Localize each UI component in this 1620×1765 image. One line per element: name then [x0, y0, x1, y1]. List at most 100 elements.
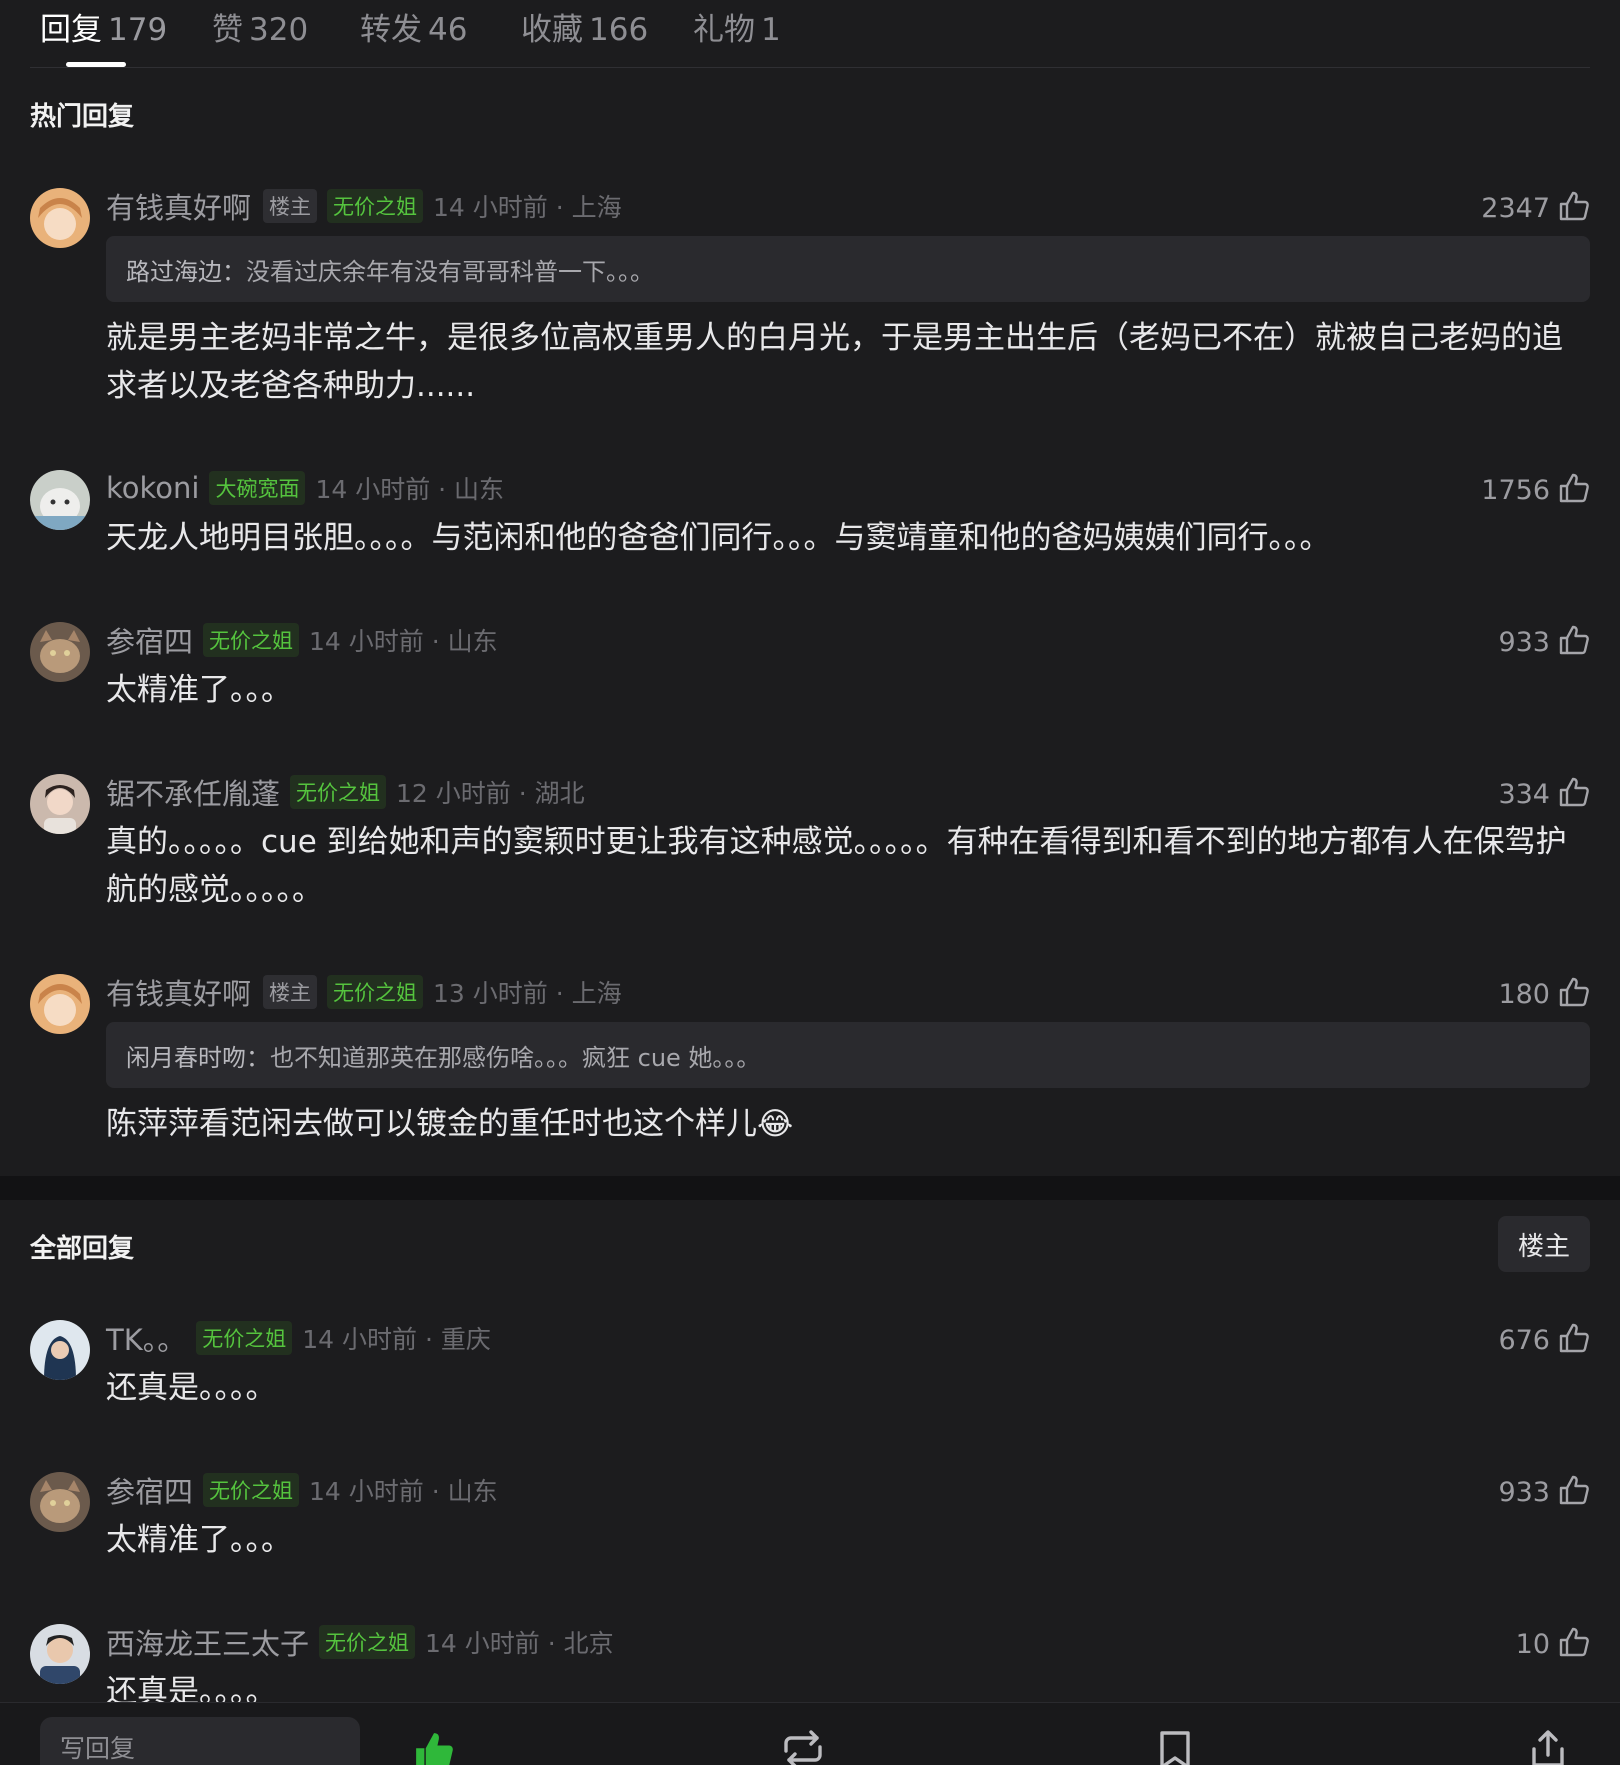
timestamp: 14 小时前 · 山东 [309, 627, 498, 656]
thumbs-up-icon [1558, 472, 1590, 508]
tab-replies[interactable]: 回复 179 [40, 4, 167, 49]
thumbs-up-icon [1558, 1322, 1590, 1358]
username[interactable]: 参宿四 [106, 1469, 193, 1511]
quoted-username: 闲月春时吻： [126, 1043, 270, 1072]
owner-badge: 楼主 [263, 975, 318, 1009]
owner-badge: 楼主 [263, 189, 318, 223]
comment-text: 就是男主老妈非常之牛，是很多位高权重男人的白月光，于是男主出生后（老妈已不在）就… [106, 320, 1563, 404]
tab-gifts[interactable]: 礼物 1 [693, 4, 781, 49]
timestamp: 14 小时前 · 重庆 [302, 1325, 491, 1354]
all-replies-title: 全部回复 [30, 1234, 135, 1264]
comment-text: 还真是。。。。 [106, 1370, 277, 1406]
comment-meta: 参宿四 无价之姐 14 小时前 · 山东 [106, 1469, 498, 1511]
fan-badge[interactable]: 无价之姐 [203, 1473, 300, 1507]
section-divider [0, 1176, 1620, 1200]
comment-text: 陈萍萍看范闲去做可以镀金的重任时也这个样儿😂 [106, 1106, 794, 1142]
comment-item: 有钱真好啊 楼主 无价之姐 14 小时前 · 上海 2347 路过海边： 没看过庆… [0, 188, 1620, 418]
avatar[interactable] [30, 1472, 90, 1532]
username[interactable]: 西海龙王三太子 [106, 1621, 309, 1663]
fan-badge[interactable]: 无价之姐 [203, 623, 300, 657]
share-icon[interactable] [1530, 1729, 1566, 1765]
fan-badge[interactable]: 无价之姐 [196, 1321, 293, 1355]
fan-badge[interactable]: 无价之姐 [290, 775, 387, 809]
timestamp: 14 小时前 · 山东 [309, 1477, 498, 1506]
bottom-action-bar: 写回复 [0, 1702, 1620, 1765]
like-button[interactable]: 933 [1498, 1472, 1590, 1512]
comment-meta: TK。。 无价之姐 14 小时前 · 重庆 [106, 1317, 491, 1359]
like-count: 676 [1498, 1324, 1550, 1356]
like-count: 933 [1498, 1476, 1550, 1508]
quoted-text: 没看过庆余年有没有哥哥科普一下。。。 [246, 257, 654, 286]
comment-item: 有钱真好啊 楼主 无价之姐 13 小时前 · 上海 180 闲月春时吻： 也不知道… [0, 974, 1620, 1154]
reply-input[interactable]: 写回复 [40, 1717, 360, 1765]
thumbs-up-icon [1558, 1626, 1590, 1662]
timestamp: 12 小时前 · 湖北 [396, 779, 585, 808]
fan-badge[interactable]: 无价之姐 [327, 975, 424, 1009]
tab-favorites[interactable]: 收藏 166 [521, 4, 648, 49]
fan-badge[interactable]: 无价之姐 [327, 189, 424, 223]
comment-meta: 有钱真好啊 楼主 无价之姐 13 小时前 · 上海 [106, 971, 622, 1013]
username[interactable]: 参宿四 [106, 619, 193, 661]
tab-reposts[interactable]: 转发 46 [360, 4, 467, 49]
comment-meta: 有钱真好啊 楼主 无价之姐 14 小时前 · 上海 [106, 185, 622, 227]
like-count: 334 [1498, 778, 1550, 810]
hot-replies-title: 热门回复 [30, 102, 135, 132]
comment-item: 参宿四 无价之姐 14 小时前 · 山东 933 太精准了。。。 [0, 1472, 1620, 1572]
timestamp: 14 小时前 · 山东 [315, 475, 505, 504]
thumbs-up-icon[interactable] [412, 1729, 456, 1765]
like-button[interactable]: 334 [1498, 774, 1590, 814]
comment-item: 参宿四 无价之姐 14 小时前 · 山东 933 太精准了。。。 [0, 622, 1620, 722]
username[interactable]: 有钱真好啊 [106, 971, 251, 1013]
comment-meta: 参宿四 无价之姐 14 小时前 · 山东 [106, 619, 498, 661]
comment-item: TK。。 无价之姐 14 小时前 · 重庆 676 还真是。。。。 [0, 1320, 1620, 1420]
thumbs-up-icon [1558, 624, 1590, 660]
avatar[interactable] [30, 974, 90, 1034]
avatar[interactable] [30, 774, 90, 834]
comment-text: 真的。。。。。cue 到给她和声的窦颖时更让我有这种感觉。。。。。有种在看得到和… [106, 824, 1567, 908]
fan-badge[interactable]: 大碗宽面 [209, 471, 306, 505]
username[interactable]: kokoni [106, 471, 199, 505]
avatar[interactable] [30, 1320, 90, 1380]
comment-text: 天龙人地明目张胆。。。。与范闲和他的爸爸们同行。。。与窦靖童和他的爸妈姨姨们同行… [106, 520, 1331, 556]
like-button[interactable]: 1756 [1481, 470, 1590, 510]
username[interactable]: TK。。 [106, 1317, 186, 1359]
like-count: 10 [1515, 1628, 1550, 1660]
like-count: 2347 [1481, 192, 1550, 224]
timestamp: 14 小时前 · 北京 [425, 1629, 614, 1658]
comment-meta: 西海龙王三太子 无价之姐 14 小时前 · 北京 [106, 1621, 614, 1663]
quoted-reply[interactable]: 闲月春时吻： 也不知道那英在那感伤啥。。。疯狂 cue 她。。。 [106, 1022, 1590, 1088]
username[interactable]: 锯不承任胤蓬 [106, 771, 280, 813]
fan-badge[interactable]: 无价之姐 [319, 1625, 416, 1659]
comment-text: 太精准了。。。 [106, 672, 292, 708]
thumbs-up-icon [1558, 190, 1590, 226]
like-count: 933 [1498, 626, 1550, 658]
bookmark-icon[interactable] [1158, 1729, 1192, 1765]
comment-item: 锯不承任胤蓬 无价之姐 12 小时前 · 湖北 334 真的。。。。。cue 到… [0, 774, 1620, 924]
like-button[interactable]: 10 [1516, 1624, 1590, 1664]
like-button[interactable]: 2347 [1481, 188, 1590, 228]
comment-meta: 锯不承任胤蓬 无价之姐 12 小时前 · 湖北 [106, 771, 585, 813]
tab-bar: 回复 179 赞 320 转发 46 收藏 166 礼物 1 [0, 0, 1620, 68]
divider [30, 67, 1590, 68]
thumbs-up-icon [1558, 1474, 1590, 1510]
avatar[interactable] [30, 622, 90, 682]
avatar[interactable] [30, 1624, 90, 1684]
like-button[interactable]: 933 [1498, 622, 1590, 662]
timestamp: 13 小时前 · 上海 [433, 979, 622, 1008]
like-button[interactable]: 676 [1498, 1320, 1590, 1360]
quoted-text: 也不知道那英在那感伤啥。。。疯狂 cue 她。。。 [270, 1043, 761, 1072]
thumbs-up-icon [1558, 976, 1590, 1012]
username[interactable]: 有钱真好啊 [106, 185, 251, 227]
repost-icon[interactable] [780, 1729, 826, 1765]
tab-likes[interactable]: 赞 320 [212, 4, 308, 49]
avatar[interactable] [30, 188, 90, 248]
quoted-reply[interactable]: 路过海边： 没看过庆余年有没有哥哥科普一下。。。 [106, 236, 1590, 302]
avatar[interactable] [30, 470, 90, 530]
comment-item: kokoni 大碗宽面 14 小时前 · 山东 1756 天龙人地明目张胆。。。… [0, 470, 1620, 570]
comment-text: 太精准了。。。 [106, 1522, 292, 1558]
comment-meta: kokoni 大碗宽面 14 小时前 · 山东 [106, 470, 504, 506]
like-count: 1756 [1481, 474, 1550, 506]
like-button[interactable]: 180 [1498, 974, 1590, 1014]
timestamp: 14 小时前 · 上海 [433, 193, 622, 222]
owner-only-filter-button[interactable]: 楼主 [1498, 1216, 1590, 1272]
